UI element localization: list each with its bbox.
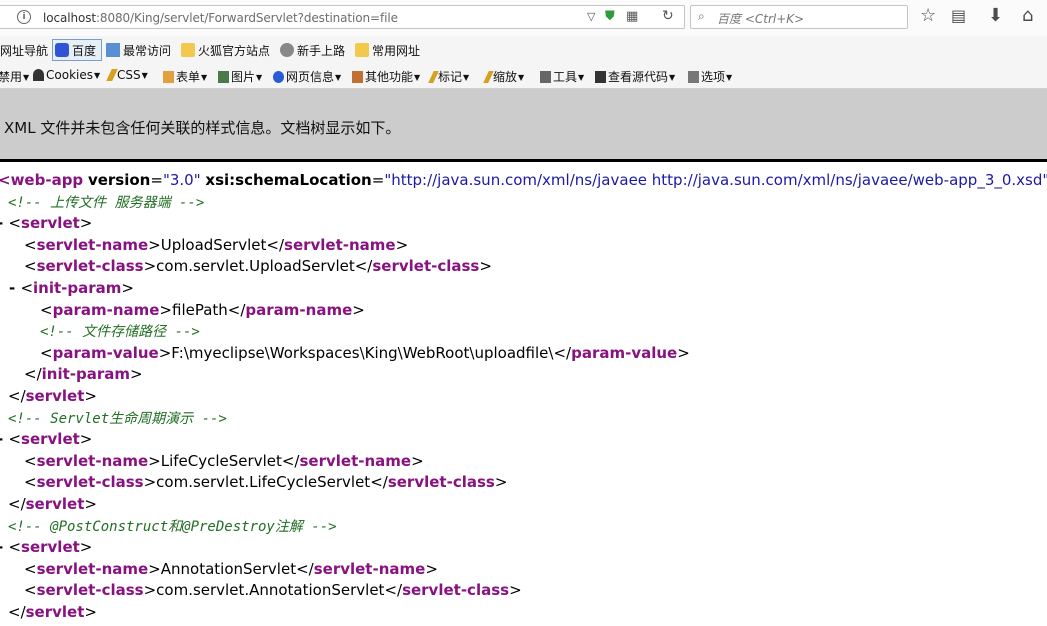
info-circle-icon — [273, 71, 284, 83]
xml-servlet-class: <servlet-class>com.servlet.UploadServlet… — [24, 257, 492, 276]
folder-icon — [355, 43, 369, 57]
most-visited-icon — [106, 43, 120, 57]
collapse-toggle[interactable]: - — [0, 430, 8, 448]
wd-forms-menu[interactable]: 表单▼ — [163, 68, 207, 85]
form-icon — [163, 71, 174, 83]
home-icon[interactable]: ⌂ — [1022, 6, 1033, 26]
reading-list-icon[interactable]: ▤ — [951, 6, 966, 26]
xml-servlet-name: <servlet-name>UploadServlet</servlet-nam… — [24, 235, 409, 254]
dropdown-arrow-icon[interactable]: ▽ — [587, 10, 595, 23]
search-box[interactable]: ⌕ 百度 <Ctrl+K> — [690, 5, 908, 29]
bookmark-nav[interactable]: 网址导航 — [0, 42, 48, 59]
wd-outline-menu[interactable]: 标记▼ — [428, 68, 469, 85]
misc-icon — [352, 71, 363, 83]
banner-text: XML 文件并未包含任何关联的样式信息。文档树显示如下。 — [4, 119, 401, 137]
xml-init-param-close: </init-param> — [24, 365, 143, 384]
bookmarks-toolbar: 网址导航 百度 最常访问 火狐官方站点 新手上路 常用网址 — [0, 36, 1047, 64]
baidu-paw-icon — [55, 43, 69, 57]
bookmark-star-icon[interactable]: ☆ — [920, 6, 936, 26]
xml-servlet-open: - <servlet> — [0, 537, 92, 559]
wd-images-menu[interactable]: 图片▼ — [218, 68, 262, 85]
options-icon — [688, 71, 699, 83]
bookmark-common-sites[interactable]: 常用网址 — [355, 42, 420, 59]
xml-param-name: <param-name>filePath</param-name> — [40, 300, 365, 319]
tools-icon — [540, 71, 551, 83]
navigation-toolbar: i localhost:8080/King/servlet/ForwardSer… — [0, 0, 1047, 36]
wd-resize-menu[interactable]: 缩放▼ — [483, 68, 524, 85]
download-icon[interactable]: ⬇ — [988, 6, 1003, 26]
banner-divider — [0, 159, 1047, 162]
url-bar[interactable]: i localhost:8080/King/servlet/ForwardSer… — [0, 5, 685, 29]
bookmark-most-visited[interactable]: 最常访问 — [106, 42, 171, 59]
xml-comment: <!-- 上传文件 服务器端 --> — [8, 194, 205, 211]
xml-servlet-close: </servlet> — [8, 387, 97, 405]
wd-misc-menu[interactable]: 其他功能▼ — [352, 68, 420, 85]
xml-servlet-open: - <servlet> — [0, 429, 92, 451]
xml-root-open: <web-app version="3.0" xsi:schemaLocatio… — [0, 171, 1047, 189]
collapse-toggle[interactable]: - — [9, 279, 20, 297]
search-placeholder: 百度 <Ctrl+K> — [717, 12, 805, 26]
person-icon — [33, 69, 44, 81]
shield-icon[interactable]: ⛊ — [605, 9, 615, 24]
source-icon — [595, 71, 606, 83]
xml-info-banner: XML 文件并未包含任何关联的样式信息。文档树显示如下。 — [0, 89, 1047, 159]
info-icon[interactable]: i — [17, 10, 31, 24]
collapse-toggle[interactable]: - — [0, 214, 8, 232]
xml-servlet-class: <servlet-class>com.servlet.LifeCycleServ… — [24, 473, 508, 492]
url-text[interactable]: localhost:8080/King/servlet/ForwardServl… — [43, 11, 398, 25]
xml-servlet-open: - <servlet> — [0, 213, 92, 235]
reload-icon[interactable]: ↻ — [662, 8, 674, 24]
wd-disable-menu[interactable]: 禁用▼ — [0, 68, 29, 85]
wd-cookies-menu[interactable]: Cookies▼ — [33, 68, 100, 82]
xml-servlet-close: </servlet> — [8, 603, 97, 621]
bookmark-getting-started[interactable]: 新手上路 — [280, 42, 345, 59]
xml-comment: <!-- @PostConstruct和@PreDestroy注解 --> — [8, 518, 337, 535]
wd-page-info-menu[interactable]: 网页信息▼ — [273, 68, 341, 85]
xml-comment: <!-- Servlet生命周期演示 --> — [8, 410, 227, 427]
wd-tools-menu[interactable]: 工具▼ — [540, 68, 584, 85]
image-icon — [218, 71, 229, 83]
globe-icon — [280, 43, 294, 57]
search-icon: ⌕ — [698, 9, 705, 23]
xml-servlet-class: <servlet-class>com.servlet.AnnotationSer… — [24, 581, 522, 600]
wd-view-source-menu[interactable]: 查看源代码▼ — [595, 68, 675, 85]
xml-servlet-name: <servlet-name>LifeCycleServlet</servlet-… — [24, 451, 424, 470]
collapse-toggle[interactable]: - — [0, 538, 8, 556]
xml-param-value: <param-value>F:\myeclipse\Workspaces\Kin… — [40, 343, 690, 362]
folder-icon — [181, 43, 195, 57]
xml-servlet-close: </servlet> — [8, 495, 97, 513]
wd-options-menu[interactable]: 选项▼ — [688, 68, 732, 85]
xml-servlet-name: <servlet-name>AnnotationServlet</servlet… — [24, 559, 438, 578]
bookmark-firefox-site[interactable]: 火狐官方站点 — [181, 42, 270, 59]
xml-comment: <!-- 文件存储路径 --> — [40, 324, 200, 341]
web-developer-toolbar: 禁用▼ Cookies▼ CSS▼ 表单▼ 图片▼ 网页信息▼ 其他功能▼ 标记… — [0, 64, 1047, 89]
wd-css-menu[interactable]: CSS▼ — [106, 68, 148, 82]
qr-code-icon[interactable]: ▦ — [626, 9, 638, 24]
bookmark-baidu[interactable]: 百度 — [55, 42, 96, 59]
xml-init-param-open: - <init-param> — [9, 279, 134, 297]
